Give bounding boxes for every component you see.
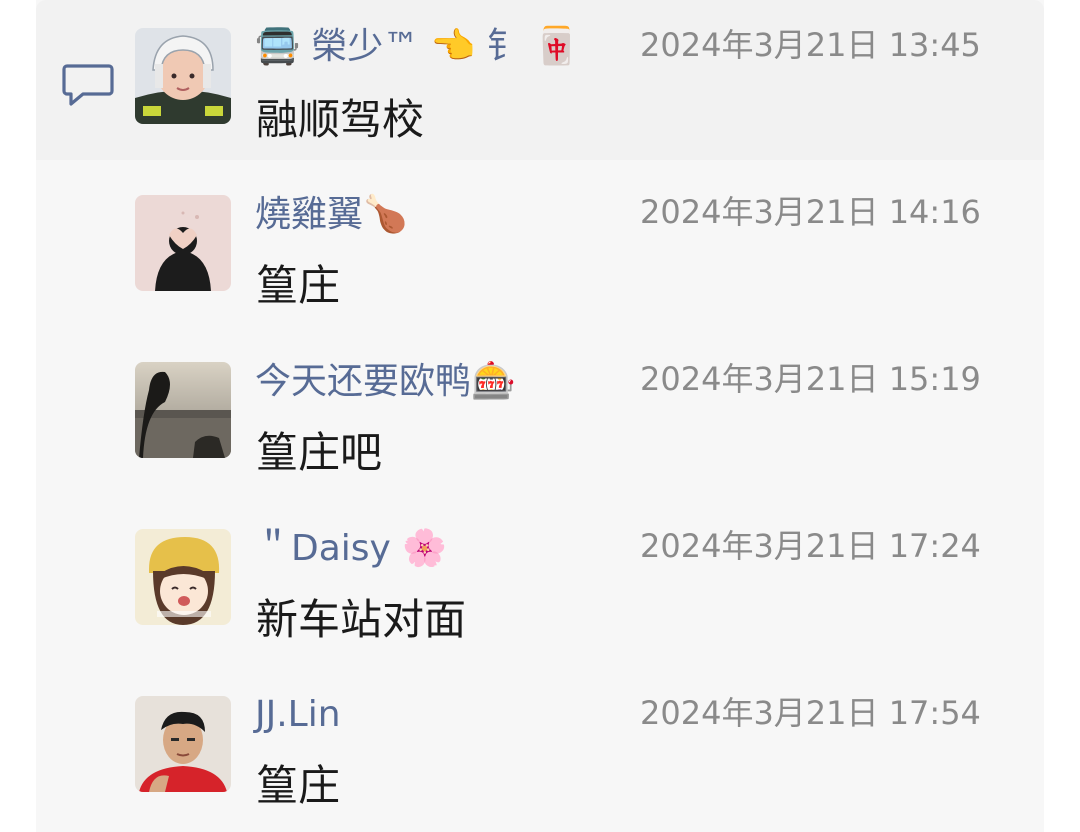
comment-text: 篁庄 bbox=[256, 761, 341, 810]
avatar-portrait[interactable] bbox=[135, 696, 231, 792]
comment-time: 2024年3月21日 17:54 bbox=[640, 694, 981, 732]
avatar-helmet[interactable] bbox=[135, 28, 231, 124]
avatar-silhouette[interactable] bbox=[135, 362, 231, 458]
heart-hands-avatar-image bbox=[135, 195, 231, 291]
comment-time: 2024年3月21日 15:19 bbox=[640, 360, 981, 398]
commenter-name[interactable]: 燒雞翼🍗 bbox=[255, 190, 408, 240]
commenter-name[interactable]: ＂Daisy 🌸 bbox=[255, 524, 447, 574]
comment-text: 融顺驾校 bbox=[256, 95, 425, 144]
helmet-avatar-image bbox=[135, 28, 231, 124]
commenter-name[interactable]: 今天还要欧鸭🎰 bbox=[255, 357, 516, 407]
commenter-name[interactable]: JJ.Lin bbox=[255, 690, 341, 740]
commenter-name[interactable]: 🚍 榮少™ 👈 钅 🀄 bbox=[255, 22, 579, 72]
comment-text: 篁庄 bbox=[256, 261, 341, 310]
avatar-cartoon-girl[interactable] bbox=[135, 529, 231, 625]
avatar-heart-hands[interactable] bbox=[135, 195, 231, 291]
comment-time: 2024年3月21日 13:45 bbox=[640, 26, 981, 64]
portrait-avatar-image bbox=[135, 696, 231, 792]
comment-icon[interactable] bbox=[62, 62, 114, 108]
comment-text: 新车站对面 bbox=[256, 595, 467, 644]
comment-time: 2024年3月21日 17:24 bbox=[640, 527, 981, 565]
comment-time: 2024年3月21日 14:16 bbox=[640, 193, 981, 231]
silhouette-avatar-image bbox=[135, 362, 231, 458]
comment-text: 篁庄吧 bbox=[256, 428, 383, 477]
cartoon-girl-avatar-image bbox=[135, 529, 231, 625]
